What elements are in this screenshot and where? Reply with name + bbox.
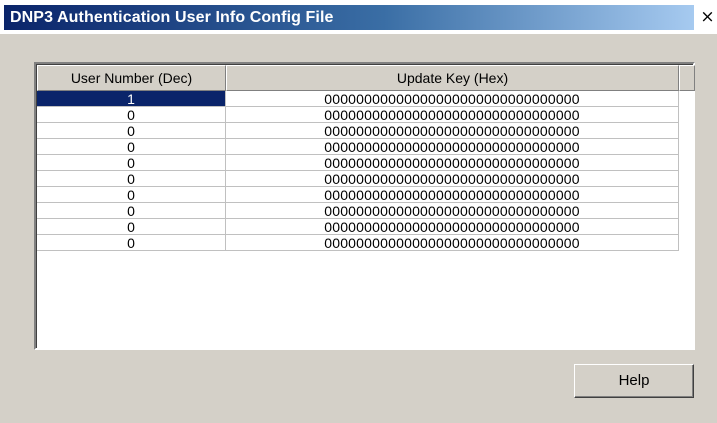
table-row[interactable]: 0 00000000000000000000000000000000 (37, 219, 679, 235)
close-icon: × (700, 7, 715, 27)
update-key-cell[interactable]: 00000000000000000000000000000000 (226, 139, 679, 155)
user-number-cell[interactable]: 0 (37, 171, 226, 187)
table-row[interactable]: 0 00000000000000000000000000000000 (37, 203, 679, 219)
table-row[interactable]: 0 00000000000000000000000000000000 (37, 187, 679, 203)
update-key-cell[interactable]: 00000000000000000000000000000000 (226, 187, 679, 203)
update-key-cell[interactable]: 00000000000000000000000000000000 (226, 123, 679, 139)
close-button[interactable]: × (698, 8, 717, 27)
table-row[interactable]: 0 00000000000000000000000000000000 (37, 107, 679, 123)
table-row[interactable]: 1 00000000000000000000000000000000 (37, 91, 679, 107)
column-header-user-number[interactable]: User Number (Dec) (37, 65, 226, 91)
user-number-cell[interactable]: 0 (37, 107, 226, 123)
update-key-cell[interactable]: 00000000000000000000000000000000 (226, 235, 679, 251)
user-number-cell[interactable]: 0 (37, 235, 226, 251)
update-key-cell[interactable]: 00000000000000000000000000000000 (226, 219, 679, 235)
table-row[interactable]: 0 00000000000000000000000000000000 (37, 171, 679, 187)
table-row[interactable]: 0 00000000000000000000000000000000 (37, 123, 679, 139)
help-button[interactable]: Help (574, 364, 694, 398)
user-number-cell[interactable]: 0 (37, 219, 226, 235)
table-row[interactable]: 0 00000000000000000000000000000000 (37, 139, 679, 155)
dialog-window: DNP3 Authentication User Info Config Fil… (0, 0, 717, 423)
window-title: DNP3 Authentication User Info Config Fil… (10, 9, 334, 26)
user-number-cell[interactable]: 0 (37, 155, 226, 171)
grid-viewport: User Number (Dec) Update Key (Hex) 1 0000… (36, 64, 695, 348)
update-key-cell[interactable]: 00000000000000000000000000000000 (226, 203, 679, 219)
update-key-cell[interactable]: 00000000000000000000000000000000 (226, 171, 679, 187)
update-key-cell[interactable]: 00000000000000000000000000000000 (226, 107, 679, 123)
table-row[interactable]: 0 00000000000000000000000000000000 (37, 155, 679, 171)
user-number-cell[interactable]: 0 (37, 203, 226, 219)
title-bar[interactable]: DNP3 Authentication User Info Config Fil… (0, 0, 717, 34)
grid-rows: 1 00000000000000000000000000000000 0 000000… (37, 91, 679, 251)
update-key-cell[interactable]: 00000000000000000000000000000000 (226, 155, 679, 171)
user-number-cell[interactable]: 0 (37, 187, 226, 203)
user-number-cell[interactable]: 0 (37, 139, 226, 155)
update-key-cell[interactable]: 00000000000000000000000000000000 (226, 91, 679, 107)
table-row[interactable]: 0 00000000000000000000000000000000 (37, 235, 679, 251)
user-number-cell[interactable]: 0 (37, 123, 226, 139)
user-info-grid[interactable]: User Number (Dec) Update Key (Hex) 1 0000… (34, 62, 695, 350)
column-header-update-key[interactable]: Update Key (Hex) (226, 65, 679, 91)
column-header-filler (679, 65, 695, 91)
user-number-cell[interactable]: 1 (37, 91, 226, 107)
